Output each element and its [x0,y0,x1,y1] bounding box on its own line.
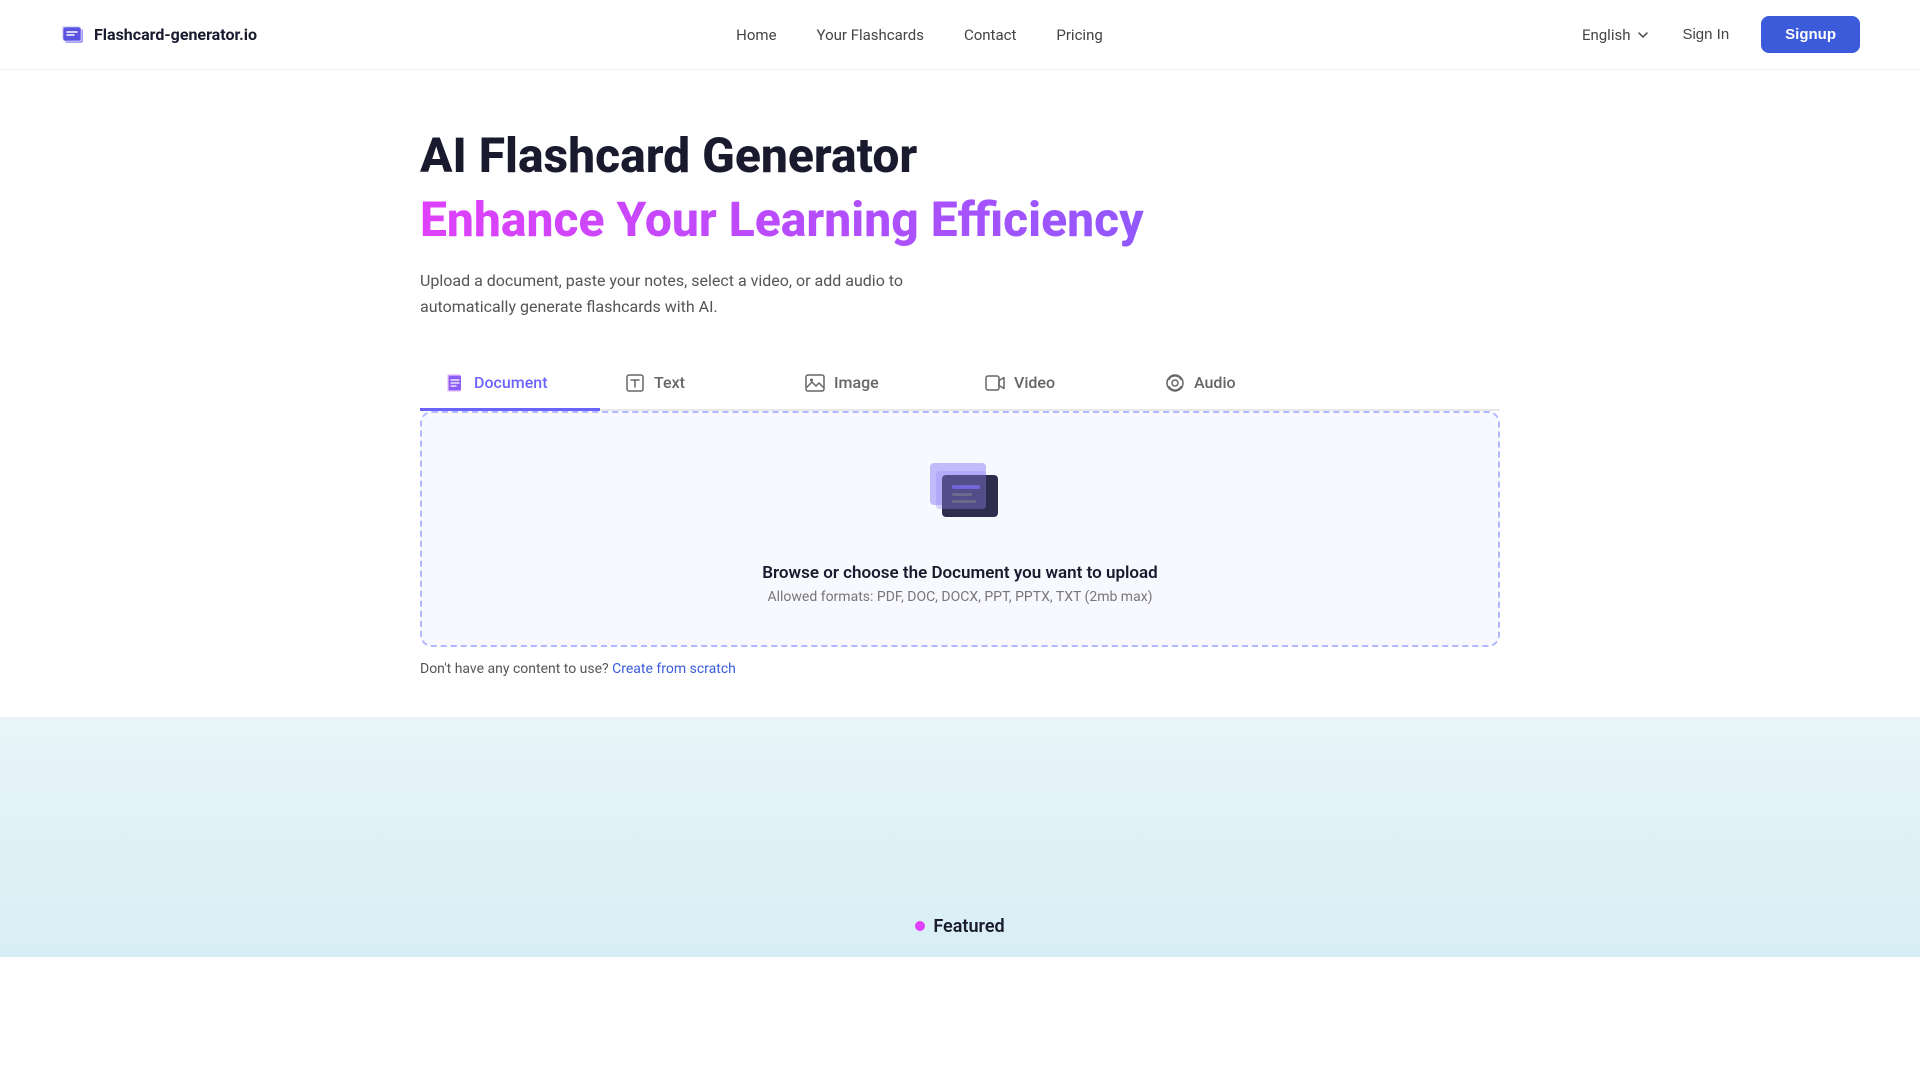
navbar: Flashcard-generator.io Home Your Flashca… [0,0,1920,70]
nav-link-pricing[interactable]: Pricing [1056,26,1102,44]
tab-document[interactable]: Document [420,360,600,411]
input-tabs: Document Text Image Video [420,360,1500,411]
chevron-down-icon [1636,28,1650,42]
tab-text-label: Text [654,373,685,392]
featured-dot-icon [915,921,925,931]
tab-audio-label: Audio [1194,373,1236,392]
scratch-prefix-text: Don't have any content to use? [420,661,609,677]
nav-right: English Sign In Signup [1582,16,1860,53]
tab-image-label: Image [834,373,879,392]
logo-text: Flashcard-generator.io [94,25,257,44]
logo[interactable]: Flashcard-generator.io [60,22,257,48]
create-from-scratch-link[interactable]: Create from scratch [612,661,736,677]
main-content: AI Flashcard Generator Enhance Your Lear… [360,70,1560,717]
video-icon [984,372,1006,394]
tab-video-label: Video [1014,373,1055,392]
nav-link-flashcards[interactable]: Your Flashcards [817,26,924,44]
upload-dropzone[interactable]: Browse or choose the Document you want t… [420,411,1500,647]
image-icon [804,372,826,394]
nav-link-home[interactable]: Home [736,26,776,44]
upload-subtitle: Allowed formats: PDF, DOC, DOCX, PPT, PP… [767,589,1152,605]
language-selector[interactable]: English [1582,26,1651,44]
nav-link-contact[interactable]: Contact [964,26,1016,44]
document-icon [444,372,466,394]
nav-links: Home Your Flashcards Contact Pricing [736,26,1103,44]
upload-illustration [900,453,1020,543]
bottom-section: Featured [0,717,1920,957]
language-label: English [1582,26,1631,44]
text-icon [624,372,646,394]
logo-icon [60,22,86,48]
tab-video[interactable]: Video [960,360,1140,411]
tab-document-label: Document [474,373,548,392]
signup-button[interactable]: Signup [1761,16,1860,53]
tab-content: Browse or choose the Document you want t… [420,411,1500,647]
signin-button[interactable]: Sign In [1670,18,1741,51]
hero-title-line1: AI Flashcard Generator [420,130,1500,183]
scratch-prompt: Don't have any content to use? Create fr… [420,661,1500,677]
hero-description: Upload a document, paste your notes, sel… [420,268,980,319]
hero-title-gradient: Enhance Your Learning Efficiency [420,191,1500,249]
tab-text[interactable]: Text [600,360,780,411]
featured-label: Featured [915,916,1004,937]
featured-text: Featured [933,916,1004,937]
tab-image[interactable]: Image [780,360,960,411]
tab-audio[interactable]: Audio [1140,360,1320,411]
upload-title: Browse or choose the Document you want t… [762,563,1158,583]
audio-icon [1164,372,1186,394]
